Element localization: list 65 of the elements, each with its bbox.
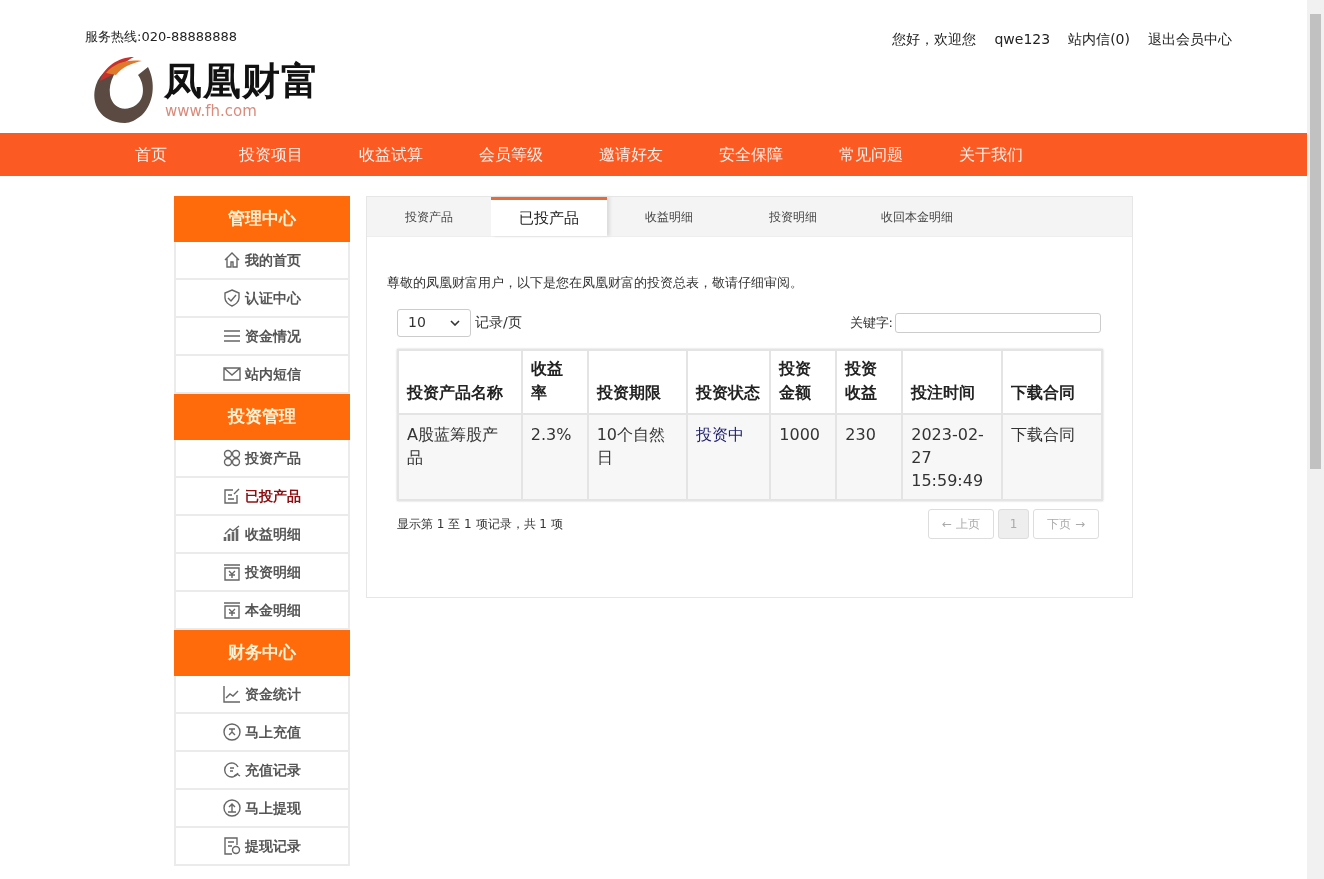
shield-icon (223, 289, 241, 307)
sidebar-item[interactable]: 站内短信 (174, 356, 350, 394)
brand-name: 凤凰财富 (164, 58, 320, 103)
welcome-text: 您好，欢迎您 (892, 30, 977, 49)
doc-icon (223, 837, 241, 855)
sidebar-item[interactable]: 投资产品 (174, 440, 350, 478)
header-link[interactable]: 站内信(0) (1068, 29, 1130, 49)
tab[interactable]: 投资产品 (367, 197, 491, 236)
sidebar-item[interactable]: 本金明细 (174, 592, 350, 630)
sidebar-item[interactable]: 已投产品 (174, 478, 350, 516)
upload-icon (223, 799, 241, 817)
table-cell: 2023-02-27 15:59:49 (902, 413, 1003, 500)
yen-icon (223, 563, 241, 581)
sidebar-item[interactable]: 充值记录 (174, 752, 350, 790)
column-header: 下载合同 (1002, 349, 1102, 414)
sidebar-item[interactable]: 提现记录 (174, 828, 350, 866)
search-label: 关键字: (849, 313, 893, 332)
sidebar-item[interactable]: 资金情况 (174, 318, 350, 356)
column-header: 投资收益 (836, 349, 903, 414)
intro-text: 尊敬的凤凰财富用户，以下是您在凤凰财富的投资总表，敬请仔细审阅。 (387, 274, 804, 292)
sidebar-item[interactable]: 认证中心 (174, 280, 350, 318)
search-field[interactable] (895, 312, 1101, 333)
sidebar-item[interactable]: 马上提现 (174, 790, 350, 828)
page-size-label: 记录/页 (475, 313, 522, 332)
records-summary: 显示第 1 至 1 项记录，共 1 项 (397, 515, 563, 533)
table-cell: 1000 (770, 413, 837, 500)
download-link[interactable]: 下载合同 (1002, 413, 1102, 500)
column-header: 投资状态 (687, 349, 771, 414)
column-header: 投资产品名称 (398, 349, 522, 414)
sidebar-item[interactable]: 我的首页 (174, 242, 350, 280)
chart-icon (223, 685, 241, 703)
sidebar-item[interactable]: 收益明细 (174, 516, 350, 554)
yen-icon (223, 601, 241, 619)
table-cell: A股蓝筹股产品 (398, 413, 522, 500)
scrollbar[interactable] (1307, 0, 1324, 879)
tab[interactable]: 收回本金明细 (855, 197, 979, 236)
column-header: 投资期限 (587, 349, 688, 414)
tab[interactable]: 收益明细 (607, 197, 731, 236)
chevron-down-icon (450, 319, 460, 326)
home-icon (223, 251, 241, 269)
edit-icon (223, 487, 241, 505)
lines-icon (223, 327, 241, 345)
header-link[interactable]: 退出会员中心 (1148, 29, 1232, 49)
sidebar-section-header: 财务中心 (174, 630, 350, 676)
tab[interactable]: 投资明细 (731, 197, 855, 236)
grid-icon (223, 449, 241, 467)
table-cell: 10个自然日 (587, 413, 688, 500)
sidebar-section-header: 管理中心 (174, 196, 350, 242)
brand-url: www.fh.com (165, 102, 258, 119)
header-link[interactable]: qwe123 (994, 29, 1051, 49)
sidebar-item[interactable]: 马上充值 (174, 714, 350, 752)
column-header: 投注时间 (902, 349, 1003, 414)
sidebar-item[interactable]: 资金统计 (174, 676, 350, 714)
page-size-select[interactable]: 10 (397, 308, 471, 337)
tab[interactable]: 已投产品 (491, 197, 607, 236)
table-cell: 230 (836, 413, 903, 500)
table-cell: 2.3% (521, 413, 588, 500)
table-cell: 投资中 (687, 413, 771, 500)
bars-icon (223, 525, 241, 543)
sidebar-item[interactable]: 投资明细 (174, 554, 350, 592)
sidebar-section-header: 投资管理 (174, 394, 350, 440)
mail-icon (223, 365, 241, 383)
column-header: 收益率 (521, 349, 588, 414)
hotline-text: 服务热线:020-88888888 (85, 28, 239, 46)
column-header: 投资金额 (770, 349, 837, 414)
